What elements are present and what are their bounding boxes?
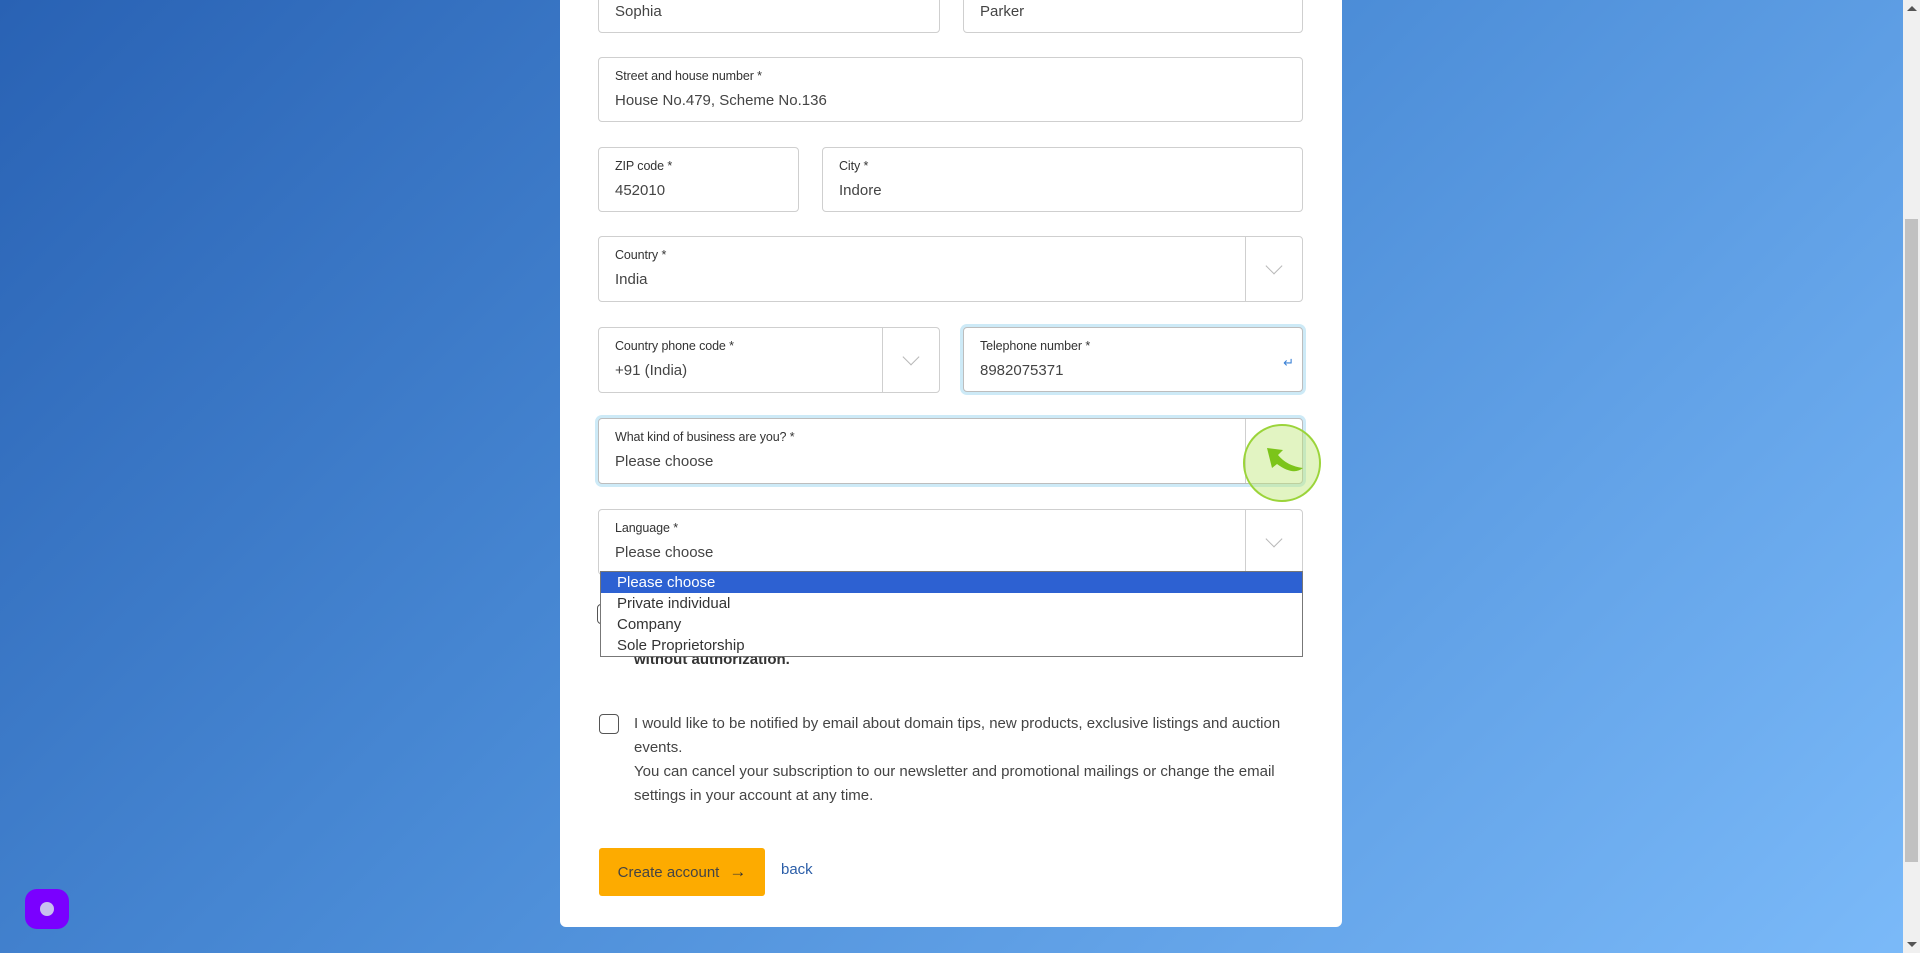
phone-code-label: Country phone code * — [615, 339, 734, 353]
country-select[interactable]: Country * India — [598, 236, 1303, 302]
phone-code-select[interactable]: Country phone code * +91 (India) — [598, 327, 940, 393]
zip-value: 452010 — [615, 182, 666, 199]
business-type-label: What kind of business are you? * — [615, 430, 795, 444]
newsletter-text: I would like to be notified by email abo… — [634, 712, 1304, 808]
cursor-indicator — [1243, 424, 1321, 502]
create-account-label: Create account — [617, 863, 720, 881]
newsletter-checkbox[interactable] — [599, 714, 619, 734]
cursor-arrow-icon — [1267, 448, 1303, 472]
language-label: Language * — [615, 521, 678, 535]
city-label: City * — [839, 159, 869, 173]
back-link[interactable]: back — [781, 861, 813, 878]
scroll-down-arrow-icon[interactable] — [1907, 942, 1917, 947]
street-value: House No.479, Scheme No.136 — [615, 92, 827, 109]
chat-icon — [40, 902, 54, 916]
business-type-value: Please choose — [615, 453, 714, 470]
city-value: Indore — [839, 182, 882, 199]
business-type-options-list[interactable]: Please choose Private individual Company… — [600, 571, 1303, 657]
chevron-down-icon — [1265, 257, 1283, 275]
language-value: Please choose — [615, 544, 714, 561]
arrow-right-icon: → — [729, 862, 747, 881]
street-field[interactable]: Street and house number * House No.479, … — [598, 57, 1303, 122]
scroll-up-arrow-icon[interactable] — [1907, 6, 1917, 11]
first-name-field[interactable]: Sophia — [598, 0, 940, 33]
country-dropdown-toggle[interactable] — [1245, 237, 1302, 301]
street-label: Street and house number * — [615, 69, 762, 83]
scrollbar-thumb[interactable] — [1905, 219, 1918, 862]
telephone-value: 8982075371 — [980, 362, 1064, 379]
newsletter-line-1: I would like to be notified by email abo… — [634, 715, 1281, 756]
page-scrollbar[interactable] — [1903, 0, 1920, 953]
option-please-choose[interactable]: Please choose — [601, 572, 1302, 593]
option-sole-proprietorship[interactable]: Sole Proprietorship — [601, 635, 1302, 656]
last-name-value: Parker — [980, 3, 1025, 20]
enter-icon: ↵ — [1283, 355, 1294, 370]
country-label: Country * — [615, 248, 667, 262]
newsletter-line-2: You can cancel your subscription to our … — [634, 763, 1275, 804]
chat-widget-button[interactable] — [25, 889, 69, 929]
chevron-down-icon — [1265, 530, 1283, 548]
zip-label: ZIP code * — [615, 159, 673, 173]
city-field[interactable]: City * Indore — [822, 147, 1303, 212]
zip-field[interactable]: ZIP code * 452010 — [598, 147, 799, 212]
first-name-value: Sophia — [615, 3, 662, 20]
phone-code-dropdown-toggle[interactable] — [882, 328, 939, 392]
last-name-field[interactable]: Parker — [963, 0, 1303, 33]
chevron-down-icon — [902, 348, 920, 366]
telephone-label: Telephone number * — [980, 339, 1091, 353]
phone-code-value: +91 (India) — [615, 362, 688, 379]
option-private-individual[interactable]: Private individual — [601, 593, 1302, 614]
language-select[interactable]: Language * Please choose — [598, 509, 1303, 575]
country-value: India — [615, 271, 648, 288]
business-type-select[interactable]: What kind of business are you? * Please … — [598, 418, 1303, 484]
language-dropdown-toggle[interactable] — [1245, 510, 1302, 574]
option-company[interactable]: Company — [601, 614, 1302, 635]
telephone-field[interactable]: Telephone number * 8982075371 ↵ — [963, 327, 1303, 392]
create-account-button[interactable]: Create account → — [599, 848, 765, 896]
